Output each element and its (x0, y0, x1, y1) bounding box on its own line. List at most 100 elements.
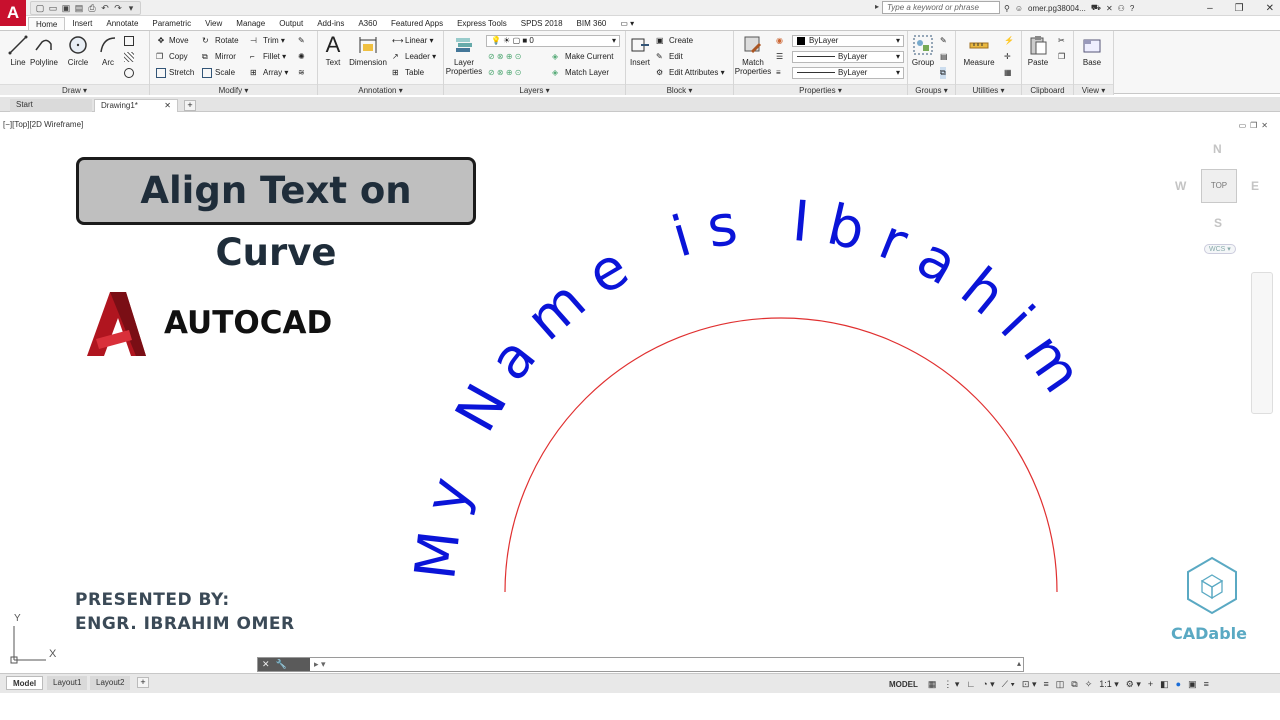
rectangle-button[interactable] (124, 35, 137, 47)
add-layout-button[interactable]: + (137, 677, 149, 688)
erase-button[interactable]: ✎ (298, 35, 311, 47)
close-icon[interactable]: ✕ (164, 100, 171, 112)
vp-restore-icon[interactable]: ❐ (1250, 121, 1257, 130)
linetype-dropdown[interactable]: ByLayer ▾ (792, 51, 904, 63)
vp-minimize-icon[interactable]: ▭ (1239, 121, 1247, 130)
dimension-button[interactable]: Dimension (348, 34, 388, 67)
layer-dropdown[interactable]: 💡 ☀ ▢ ■ 0 ▾ (486, 35, 620, 47)
group-select-icon[interactable]: ⧉ (940, 67, 946, 79)
vp-close-icon[interactable]: ✕ (1261, 121, 1268, 130)
command-prompt[interactable]: ▸ ▾ (314, 659, 326, 670)
panel-clipboard-title[interactable]: Clipboard (1022, 84, 1073, 95)
make-current-button[interactable]: ◈ Make Current (552, 51, 613, 63)
tab-parametric[interactable]: Parametric (145, 17, 198, 30)
units-icon[interactable]: ◧ (1160, 679, 1169, 690)
group-button[interactable]: Group (908, 34, 938, 67)
panel-utilities-title[interactable]: Utilities ▾ (956, 84, 1021, 95)
layer-tools-row1[interactable]: ⊘ ⊗ ⊕ ⊙ (488, 51, 521, 63)
arc-button[interactable]: Arc (90, 34, 126, 67)
tab-output[interactable]: Output (272, 17, 310, 30)
layer-tools-row2[interactable]: ⊘ ⊗ ⊕ ⊙ (488, 67, 521, 79)
panel-view-title[interactable]: View ▾ (1074, 84, 1113, 95)
search-expand-icon[interactable]: ▸ (875, 2, 879, 11)
tab-model[interactable]: Model (6, 676, 44, 690)
panel-properties-title[interactable]: Properties ▾ (734, 84, 907, 95)
copy-button[interactable]: ❐ Copy (156, 51, 188, 63)
polyline-button[interactable]: Polyline (26, 34, 62, 67)
tab-view[interactable]: View (198, 17, 229, 30)
fillet-button[interactable]: ⌐ Fillet ▾ (250, 51, 286, 63)
minimize-button[interactable]: – (1207, 3, 1213, 14)
selection-cycling-icon[interactable]: ⧉ (1071, 679, 1077, 690)
tab-annotate[interactable]: Annotate (99, 17, 145, 30)
tab-layout2[interactable]: Layout2 (90, 676, 131, 690)
tab-bim360[interactable]: BIM 360 (570, 17, 614, 30)
move-button[interactable]: ✥ Move (156, 35, 189, 47)
paste-button[interactable]: Paste (1022, 34, 1054, 67)
lineweight-dropdown[interactable]: ByLayer ▾ (792, 67, 904, 79)
command-line-grip[interactable]: ✕ 🔧 (258, 658, 310, 671)
save-icon[interactable]: ▣ (61, 3, 71, 13)
linear-button[interactable]: ⟷ Linear ▾ (392, 35, 433, 47)
annotation-scale-icon[interactable]: ✧ (1085, 679, 1093, 690)
workspace-gear-icon[interactable]: ⚙ ▾ (1126, 679, 1141, 690)
grid-icon[interactable]: ▦ (928, 679, 937, 690)
compass-east[interactable]: E (1251, 179, 1259, 193)
hatch-button[interactable] (124, 51, 137, 63)
panel-draw-title[interactable]: Draw ▾ (0, 84, 149, 95)
group-edit-icon[interactable]: ▤ (940, 51, 948, 63)
cart-icon[interactable]: ⛟ (1091, 3, 1101, 13)
user-name[interactable]: omer.pg38004... (1028, 4, 1086, 13)
restore-button[interactable]: ❐ (1235, 3, 1244, 14)
object-snap-icon[interactable]: ⊡ ▾ (1022, 679, 1037, 690)
binoculars-icon[interactable]: ⚲ (1004, 4, 1010, 13)
help-icon[interactable]: ? (1130, 4, 1134, 13)
qat-dropdown-icon[interactable]: ▾ (126, 3, 136, 13)
offset-button[interactable]: ≋ (298, 67, 311, 79)
network-icon[interactable]: ⚇ (1118, 4, 1125, 13)
panel-block-title[interactable]: Block ▾ (626, 84, 733, 95)
tab-minimize-ribbon[interactable]: ▭ ▾ (613, 17, 641, 30)
polar-icon[interactable]: ◔ ▾ (982, 679, 994, 690)
edit-attributes-button[interactable]: ⚙ Edit Attributes ▾ (656, 67, 725, 79)
exchange-icon[interactable]: ✕ (1106, 4, 1113, 13)
compass-north[interactable]: N (1213, 142, 1222, 156)
compass-south[interactable]: S (1214, 216, 1222, 230)
panel-layers-title[interactable]: Layers ▾ (444, 84, 625, 95)
color-dropdown[interactable]: ByLayer ▾ (792, 35, 904, 47)
ellipse-button[interactable] (124, 67, 137, 79)
stretch-button[interactable]: Stretch (156, 67, 194, 79)
wcs-menu[interactable]: WCS ▾ (1204, 244, 1236, 254)
tab-drawing1[interactable]: Drawing1* ✕ (94, 99, 178, 112)
ungroup-icon[interactable]: ✎ (940, 35, 947, 47)
panel-annotation-title[interactable]: Annotation ▾ (318, 84, 443, 95)
hardware-accel-icon[interactable]: ● (1176, 679, 1181, 689)
array-button[interactable]: ⊞ Array ▾ (250, 67, 288, 79)
create-block-button[interactable]: ▣ Create (656, 35, 693, 47)
new-tab-button[interactable]: + (184, 100, 196, 111)
explode-button[interactable]: ✺ (298, 51, 311, 63)
save-as-icon[interactable]: ▤ (74, 3, 84, 13)
lineweight-toggle-icon[interactable]: ≡ (1043, 679, 1048, 689)
customize-icon[interactable]: ≡ (1204, 679, 1209, 689)
layer-properties-button[interactable]: Layer Properties (444, 34, 484, 76)
tab-express-tools[interactable]: Express Tools (450, 17, 514, 30)
copy-clip-icon[interactable]: ❐ (1058, 51, 1065, 63)
panel-groups-title[interactable]: Groups ▾ (908, 84, 955, 95)
tab-start[interactable]: Start (10, 99, 92, 112)
panel-modify-title[interactable]: Modify ▾ (150, 84, 317, 95)
trim-button[interactable]: ⊣ Trim ▾ (250, 35, 285, 47)
transparency-icon[interactable]: ◫ (1056, 679, 1065, 690)
cut-icon[interactable]: ✂ (1058, 35, 1065, 47)
isolate-icon[interactable]: ▣ (1188, 679, 1197, 690)
tab-a360[interactable]: A360 (351, 17, 384, 30)
open-icon[interactable]: ▭ (48, 3, 58, 13)
match-properties-button[interactable]: Match Properties (734, 34, 772, 76)
mirror-button[interactable]: ⧉ Mirror (202, 51, 236, 63)
tab-spds[interactable]: SPDS 2018 (514, 17, 570, 30)
plot-icon[interactable]: ⎙ (87, 3, 97, 13)
plus-icon[interactable]: + (1148, 679, 1153, 689)
rotate-button[interactable]: ↻ Rotate (202, 35, 239, 47)
text-button[interactable]: A Text (318, 34, 348, 68)
annotation-scale-value[interactable]: 1:1 ▾ (1099, 679, 1119, 690)
